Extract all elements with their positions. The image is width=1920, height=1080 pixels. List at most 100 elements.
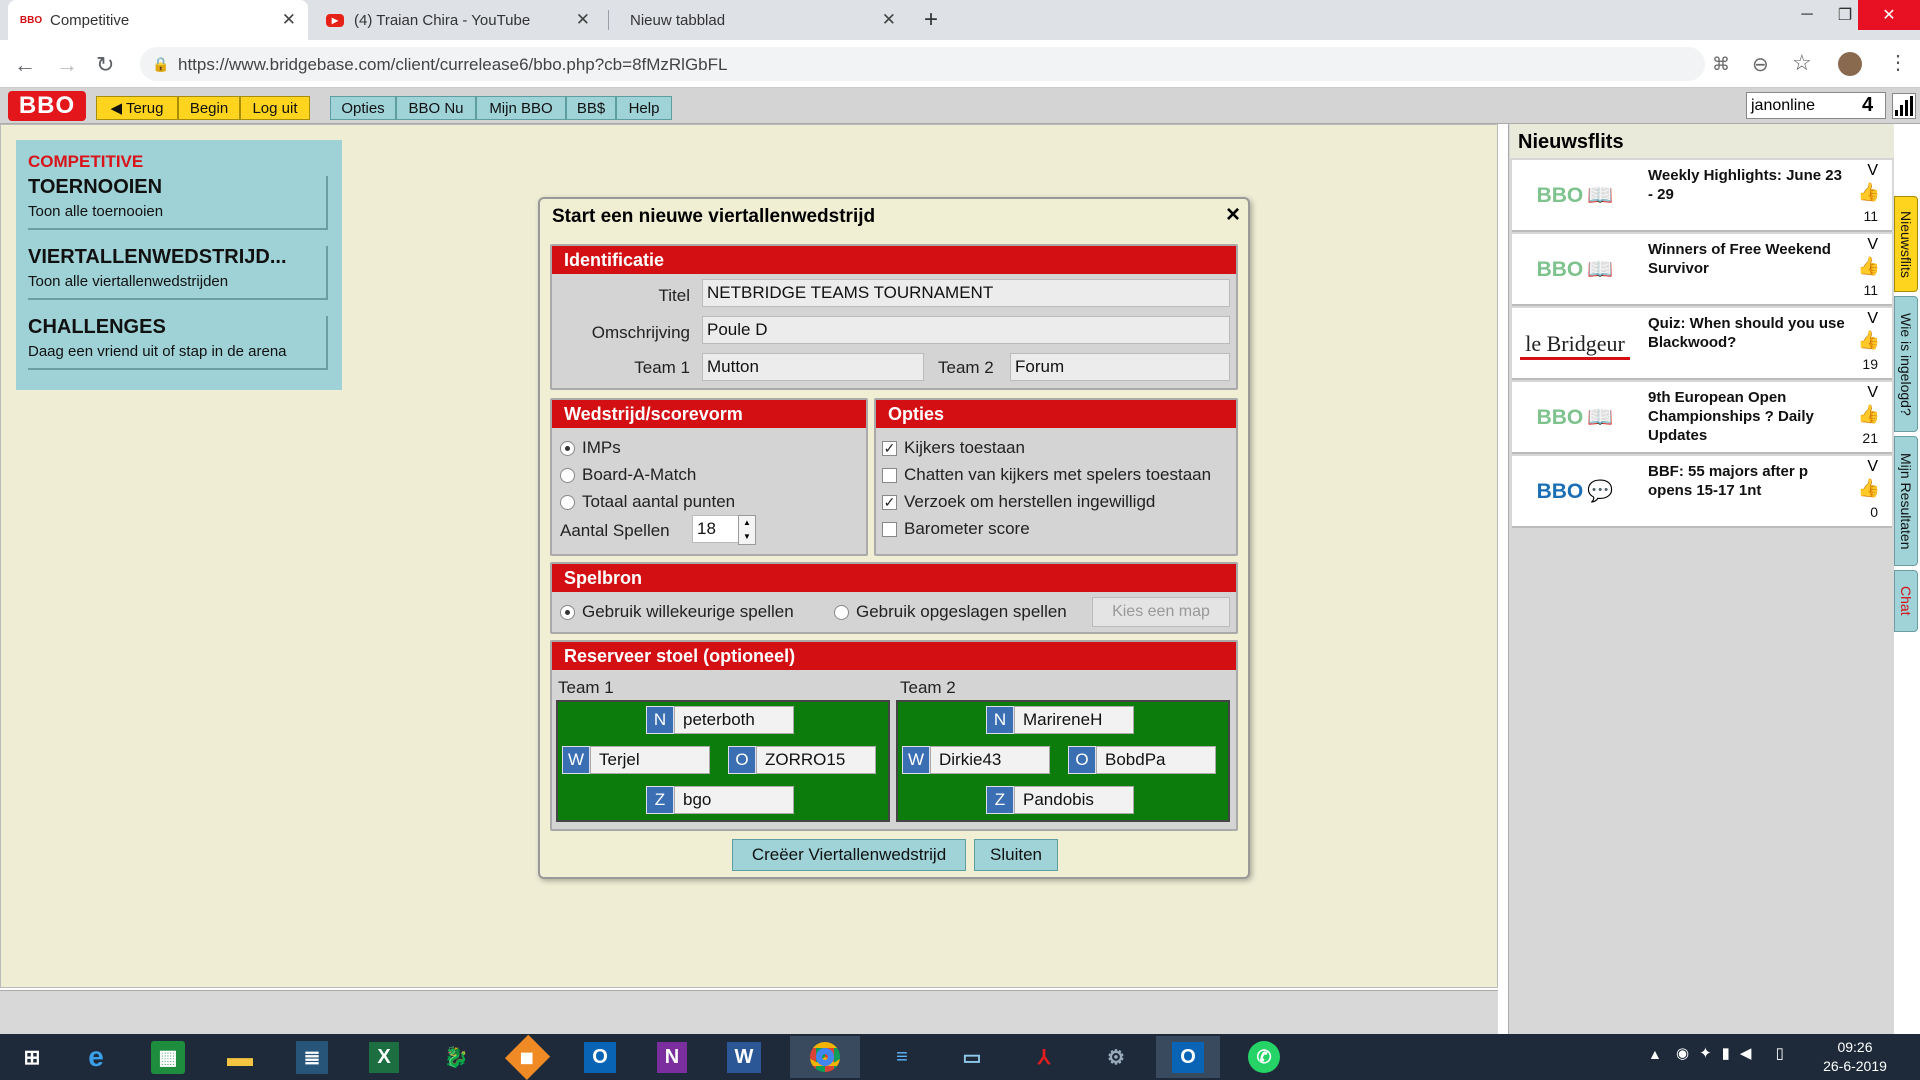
acrobat-icon[interactable]: ⅄	[1012, 1036, 1076, 1078]
seat-name[interactable]: MarireneH	[1014, 706, 1134, 734]
news-item[interactable]: le Bridgeur Quiz: When should you use Bl…	[1512, 308, 1892, 380]
windows-start-icon[interactable]: ⊞	[0, 1036, 64, 1078]
titel-input[interactable]: NETBRIDGE TEAMS TOURNAMENT	[702, 279, 1230, 307]
bb-dollar-button[interactable]: BB$	[566, 96, 616, 120]
willekeurig-radio[interactable]	[560, 605, 575, 620]
tab-competitive[interactable]: BBO Competitive ✕	[8, 0, 308, 40]
chevron-down-icon[interactable]: V	[1867, 162, 1878, 180]
news-item[interactable]: BBO 📖 9th European Open Championships ? D…	[1512, 382, 1892, 454]
dragon-icon[interactable]: 🐉	[424, 1036, 488, 1078]
app-icon[interactable]: ≣	[280, 1036, 344, 1078]
chevron-down-icon[interactable]: V	[1867, 310, 1878, 328]
forward-arrow-icon[interactable]: →	[56, 52, 78, 78]
reload-icon[interactable]: ↻	[96, 52, 114, 78]
chatten-checkbox[interactable]	[882, 468, 897, 483]
back-arrow-icon[interactable]: ←	[14, 52, 36, 78]
chrome-icon[interactable]	[790, 1036, 860, 1078]
seat-east[interactable]: O ZORRO15	[728, 746, 876, 774]
news-item[interactable]: BBO 📖 Winners of Free Weekend Survivor V …	[1512, 234, 1892, 306]
tab-chat[interactable]: Chat	[1894, 570, 1918, 632]
dialog-close-icon[interactable]: ×	[1226, 201, 1240, 229]
omschrijving-input[interactable]: Poule D	[702, 316, 1230, 344]
begin-button[interactable]: Begin	[178, 96, 240, 120]
barometer-checkbox[interactable]	[882, 522, 897, 537]
zoom-icon[interactable]: ⊖	[1752, 52, 1769, 77]
app-blue-icon[interactable]: ≡	[870, 1036, 934, 1078]
close-button[interactable]: Sluiten	[974, 839, 1058, 871]
news-item[interactable]: BBO 📖 Weekly Highlights: June 23 - 29 V 👍…	[1512, 160, 1892, 232]
url-text[interactable]: https://www.bridgebase.com/client/currel…	[178, 55, 727, 75]
totaal-radio[interactable]	[560, 495, 575, 510]
seat-south[interactable]: Z Pandobis	[986, 786, 1134, 814]
star-icon[interactable]: ☆	[1792, 50, 1812, 76]
seat-name[interactable]: peterboth	[674, 706, 794, 734]
tab-youtube[interactable]: ▶ (4) Traian Chira - YouTube ✕	[312, 0, 602, 40]
bam-radio[interactable]	[560, 468, 575, 483]
mijn-bbo-button[interactable]: Mijn BBO	[476, 96, 566, 120]
close-tab-icon[interactable]: ✕	[882, 10, 896, 30]
translate-icon[interactable]: ⌘	[1712, 54, 1730, 75]
thumbs-up-icon[interactable]: 👍	[1858, 256, 1880, 277]
tab-mijn-resultaten[interactable]: Mijn Resultaten	[1894, 436, 1918, 566]
logout-button[interactable]: Log uit	[240, 96, 310, 120]
back-button[interactable]: ◀ Terug	[96, 96, 178, 120]
team2-input[interactable]: Forum	[1010, 353, 1230, 381]
seat-name[interactable]: BobdPa	[1096, 746, 1216, 774]
chevron-down-icon[interactable]: V	[1867, 236, 1878, 254]
store-icon[interactable]: ▦	[136, 1036, 200, 1078]
help-button[interactable]: Help	[616, 96, 672, 120]
thumbs-up-icon[interactable]: 👍	[1858, 404, 1880, 425]
seat-east[interactable]: O BobdPa	[1068, 746, 1216, 774]
new-tab-button[interactable]: +	[924, 6, 938, 34]
outlook-icon[interactable]: O	[568, 1036, 632, 1078]
internet-explorer-icon[interactable]: e	[64, 1036, 128, 1078]
word-icon[interactable]: W	[712, 1036, 776, 1078]
outlook-mail-icon[interactable]: O	[1156, 1036, 1220, 1078]
close-tab-icon[interactable]: ✕	[576, 10, 590, 30]
seat-name[interactable]: Dirkie43	[930, 746, 1050, 774]
seat-south[interactable]: Z bgo	[646, 786, 794, 814]
opgeslagen-radio[interactable]	[834, 605, 849, 620]
seat-west[interactable]: W Terjel	[562, 746, 710, 774]
tray-chevron-icon[interactable]: ▲	[1648, 1046, 1662, 1062]
menu-dots-icon[interactable]: ⋮	[1888, 50, 1908, 75]
imps-radio[interactable]	[560, 441, 575, 456]
thumbs-up-icon[interactable]: 👍	[1858, 478, 1880, 499]
tab-new[interactable]: Nieuw tabblad ✕	[608, 0, 908, 40]
seat-name[interactable]: ZORRO15	[756, 746, 876, 774]
whatsapp-icon[interactable]: ✆	[1232, 1036, 1296, 1078]
seat-name[interactable]: bgo	[674, 786, 794, 814]
taskbar-clock[interactable]: 09:26 26-6-2019	[1810, 1038, 1900, 1076]
window-close-icon[interactable]: ✕	[1858, 0, 1920, 30]
seat-west[interactable]: W Dirkie43	[902, 746, 1050, 774]
tab-nieuwsflits[interactable]: Nieuwsflits	[1894, 196, 1918, 292]
profile-avatar[interactable]	[1838, 52, 1862, 76]
menu-toernooien[interactable]: TOERNOOIEN Toon alle toernooien	[28, 176, 328, 230]
seat-north[interactable]: N MarireneH	[986, 706, 1134, 734]
chevron-down-icon[interactable]: V	[1867, 384, 1878, 402]
options-button[interactable]: Opties	[330, 96, 396, 120]
close-tab-icon[interactable]: ✕	[282, 10, 296, 30]
spellen-stepper[interactable]: ▲ ▼	[738, 515, 756, 545]
seat-name[interactable]: Terjel	[590, 746, 710, 774]
bbo-nu-button[interactable]: BBO Nu	[396, 96, 476, 120]
kies-map-button[interactable]: Kies een map	[1092, 597, 1230, 627]
kijkers-checkbox[interactable]: ✓	[882, 441, 897, 456]
create-match-button[interactable]: Creëer Viertallenwedstrijd	[732, 839, 966, 871]
herstellen-checkbox[interactable]: ✓	[882, 495, 897, 510]
team1-input[interactable]: Mutton	[702, 353, 924, 381]
menu-challenges[interactable]: CHALLENGES Daag een vriend uit of stap i…	[28, 316, 328, 370]
seat-name[interactable]: Pandobis	[1014, 786, 1134, 814]
tab-wie-is-ingelogd[interactable]: Wie is ingelogd?	[1894, 296, 1918, 432]
thumbs-up-icon[interactable]: 👍	[1858, 330, 1880, 351]
news-item[interactable]: BBO 💬 BBF: 55 majors after p opens 15-17 …	[1512, 456, 1892, 528]
app-tools-icon[interactable]: ⚙	[1084, 1036, 1148, 1078]
excel-icon[interactable]: X	[352, 1036, 416, 1078]
onenote-icon[interactable]: N	[640, 1036, 704, 1078]
menu-viertallen[interactable]: VIERTALLENWEDSTRIJD... Toon alle viertal…	[28, 246, 328, 300]
seat-north[interactable]: N peterboth	[646, 706, 794, 734]
app-orange-icon[interactable]: ◆	[496, 1034, 560, 1080]
chevron-down-icon[interactable]: V	[1867, 458, 1878, 476]
photos-icon[interactable]: ▭	[940, 1036, 1004, 1078]
file-explorer-icon[interactable]: ▬	[208, 1036, 272, 1078]
